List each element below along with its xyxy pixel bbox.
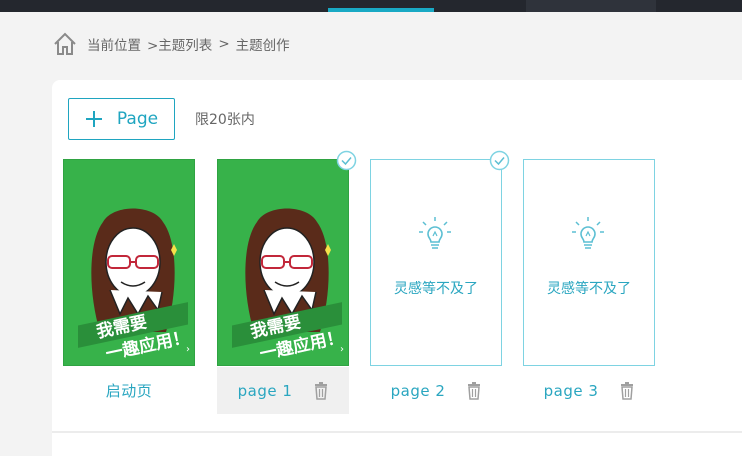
empty-page-text: 灵感等不及了 xyxy=(394,281,478,297)
breadcrumb-current-label: 当前位置 xyxy=(87,38,141,54)
page-editor-panel: Page 限20张内 我需要 一趣应用！ › 启动页 我需要 一趣应用！ › p… xyxy=(52,80,742,456)
check-icon[interactable] xyxy=(489,150,510,171)
active-tab-indicator[interactable] xyxy=(328,8,434,12)
page-label: page 2 xyxy=(390,381,446,400)
corner-mark: › xyxy=(340,344,344,355)
divider xyxy=(52,431,742,433)
page-footer-2[interactable]: page 2 xyxy=(370,367,502,414)
add-page-button[interactable]: Page xyxy=(68,98,175,140)
page-label: page 1 xyxy=(237,381,293,400)
home-icon[interactable] xyxy=(52,31,78,57)
check-icon[interactable] xyxy=(336,150,357,171)
page-label: page 3 xyxy=(543,381,599,400)
trash-icon[interactable] xyxy=(620,381,634,400)
page-footer-launch[interactable]: 启动页 xyxy=(63,367,195,414)
bulb-icon xyxy=(572,217,604,249)
breadcrumb: 当前位置 >主题列表 > 主题创作 xyxy=(52,31,290,57)
page-label: 启动页 xyxy=(105,382,153,400)
bulb-icon xyxy=(419,217,451,249)
avatar-illustration: 我需要 一趣应用！ xyxy=(78,208,188,360)
page-limit-text: 限20张内 xyxy=(195,112,255,128)
page-thumbnail-launch[interactable]: 我需要 一趣应用！ › xyxy=(63,159,195,366)
page-footer-1[interactable]: page 1 xyxy=(217,367,349,414)
top-nav-segment[interactable] xyxy=(526,0,656,12)
page-thumbnail-3[interactable]: 灵感等不及了 xyxy=(523,159,655,366)
trash-icon[interactable] xyxy=(314,381,328,400)
add-page-label: Page xyxy=(116,109,159,129)
avatar-illustration: 我需要 一趣应用！ xyxy=(232,208,342,360)
page-footer-3[interactable]: page 3 xyxy=(523,367,655,414)
breadcrumb-theme-create: 主题创作 xyxy=(235,38,290,54)
empty-page-text: 灵感等不及了 xyxy=(547,281,631,297)
trash-icon[interactable] xyxy=(467,381,481,400)
plus-icon xyxy=(85,111,102,127)
page-thumbnail-1[interactable]: 我需要 一趣应用！ › xyxy=(217,150,357,366)
corner-mark: › xyxy=(186,344,190,355)
breadcrumb-theme-list[interactable]: >主题列表 xyxy=(147,34,212,54)
breadcrumb-separator: > xyxy=(218,36,230,52)
page-thumbnail-2[interactable]: 灵感等不及了 xyxy=(370,150,510,366)
top-nav-bar xyxy=(0,0,742,12)
